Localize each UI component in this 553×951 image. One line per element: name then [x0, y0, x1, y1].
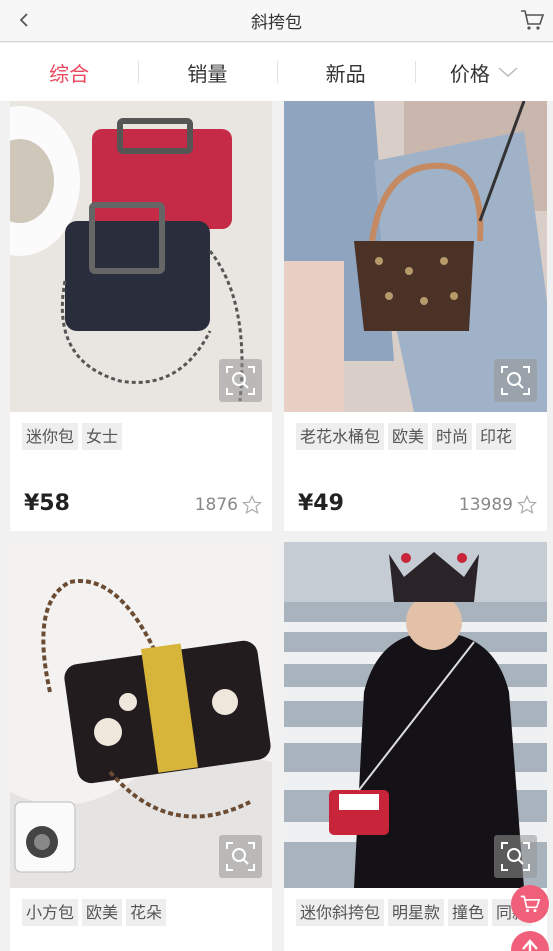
tab-label: 价格 [449, 61, 490, 86]
product-card[interactable]: 迷你斜挎包 明星款 撞色 同款 [284, 542, 547, 951]
tag[interactable]: 花朵 [126, 899, 167, 926]
price: ¥58 [24, 491, 70, 516]
page-title: 斜挎包 [251, 13, 302, 33]
tag-list: 小方包 欧美 花朵 [22, 899, 262, 926]
chevron-down-icon [498, 67, 518, 78]
likes[interactable]: 13989 [459, 495, 537, 515]
sort-bar: 综合 销量 新品 价格 [0, 43, 553, 101]
tab-sales[interactable]: 销量 [138, 43, 276, 101]
like-count: 13989 [458, 495, 513, 515]
floating-cart-button[interactable] [511, 885, 549, 923]
tag[interactable]: 印花 [476, 423, 517, 450]
tab-label: 综合 [49, 61, 90, 86]
zoom-button[interactable] [219, 835, 262, 878]
tag-list: 老花水桶包 欧美 时尚 印花 [296, 423, 537, 450]
tab-label: 销量 [187, 61, 228, 86]
product-card[interactable]: 小方包 欧美 花朵 [10, 542, 272, 951]
star-icon [517, 495, 537, 515]
tag-list: 迷你斜挎包 明星款 撞色 同款 [296, 899, 537, 926]
tab-price[interactable]: 价格 [414, 43, 553, 101]
tag[interactable]: 老花水桶包 [296, 423, 385, 450]
tag-list: 迷你包 女士 [22, 423, 262, 450]
price: ¥49 [298, 491, 344, 516]
tag[interactable]: 欧美 [82, 899, 123, 926]
tag[interactable]: 明星款 [388, 899, 445, 926]
zoom-search-icon [501, 842, 530, 871]
zoom-button[interactable] [219, 359, 262, 402]
zoom-search-icon [501, 366, 530, 395]
tab-label: 新品 [325, 61, 366, 86]
cart-icon[interactable] [519, 8, 545, 32]
chevron-left-icon[interactable] [14, 9, 36, 31]
arrow-up-icon [522, 939, 538, 951]
tab-new[interactable]: 新品 [276, 43, 415, 101]
cart-icon [520, 895, 541, 913]
top-bar: 斜挎包 [0, 0, 553, 42]
tag[interactable]: 迷你斜挎包 [296, 899, 385, 926]
zoom-search-icon [226, 366, 255, 395]
zoom-button[interactable] [494, 835, 537, 878]
tag[interactable]: 欧美 [388, 423, 429, 450]
zoom-search-icon [226, 842, 255, 871]
likes[interactable]: 1876 [195, 495, 262, 515]
tag[interactable]: 小方包 [22, 899, 79, 926]
tag[interactable]: 迷你包 [22, 423, 79, 450]
star-icon [242, 495, 262, 515]
like-count: 1876 [194, 495, 238, 515]
zoom-button[interactable] [494, 359, 537, 402]
product-card[interactable]: 迷你包 女士 ¥58 1876 [10, 101, 272, 531]
tag[interactable]: 女士 [82, 423, 123, 450]
product-card[interactable]: 老花水桶包 欧美 时尚 印花 ¥49 13989 [284, 101, 547, 531]
tag[interactable]: 时尚 [432, 423, 473, 450]
tag[interactable]: 撞色 [448, 899, 489, 926]
tab-comprehensive[interactable]: 综合 [0, 43, 138, 101]
